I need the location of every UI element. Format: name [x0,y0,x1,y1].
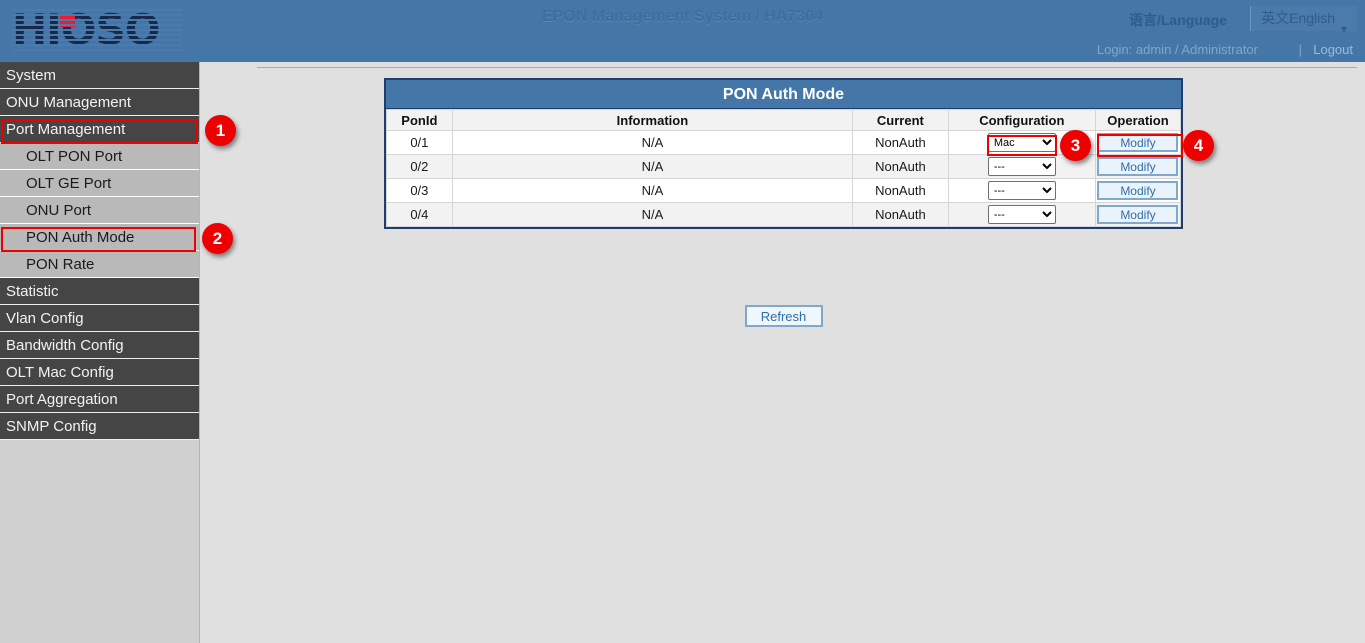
sidebar-item-label: Port Management [6,121,125,138]
sidebar-item-port-management[interactable]: Port Management [0,116,199,143]
pon-auth-table: PonId Information Current Configuration … [386,109,1181,227]
modify-button[interactable]: Modify [1097,181,1178,200]
annotation-badge-2: 2 [202,223,233,254]
sidebar-item-vlan-config[interactable]: Vlan Config [0,305,199,332]
chevron-down-icon: ▾ [1341,17,1347,42]
cell-current: NonAuth [853,131,949,155]
sidebar-item-label: Vlan Config [6,310,84,327]
column-header-information: Information [452,110,852,131]
cell-ponid: 0/3 [387,179,453,203]
column-header-current: Current [853,110,949,131]
sidebar-item-onu-port[interactable]: ONU Port [0,197,199,224]
column-header-operation: Operation [1095,110,1180,131]
sidebar-item-statistic[interactable]: Statistic [0,278,199,305]
cell-ponid: 0/2 [387,155,453,179]
table-row: 0/4N/ANonAuth ---MacLoidPasswordLoidPassw… [387,203,1181,227]
sidebar-item-label: Bandwidth Config [6,337,124,354]
column-header-ponid: PonId [387,110,453,131]
modify-button[interactable]: Modify [1097,133,1178,152]
cell-configuration: ---MacLoidPasswordLoidPassword [948,179,1095,203]
sidebar-item-olt-pon-port[interactable]: OLT PON Port [0,143,199,170]
configuration-select[interactable]: ---MacLoidPasswordLoidPassword [988,205,1056,224]
brand-logo: HIOSO [12,6,172,54]
login-info: Login: admin / Administrator [1097,42,1258,57]
cell-current: NonAuth [853,179,949,203]
column-header-configuration: Configuration [948,110,1095,131]
cell-current: NonAuth [853,203,949,227]
table-header-row: PonId Information Current Configuration … [387,110,1181,131]
sidebar-item-olt-ge-port[interactable]: OLT GE Port [0,170,199,197]
sidebar-item-system[interactable]: System [0,62,199,89]
sidebar-item-label: Statistic [6,283,59,300]
sidebar-item-label: SNMP Config [6,418,97,435]
sidebar-item-onu-management[interactable]: ONU Management [0,89,199,116]
cell-operation: Modify [1095,131,1180,155]
sidebar-item-label: ONU Management [6,94,131,111]
cell-current: NonAuth [853,155,949,179]
cell-ponid: 0/4 [387,203,453,227]
cell-configuration: ---MacLoidPasswordLoidPassword [948,203,1095,227]
annotation-badge-3: 3 [1060,130,1091,161]
language-label: 语言/Language [1129,10,1227,30]
language-select[interactable]: 英文English ▾ [1250,6,1357,31]
content-divider [257,67,1357,68]
sidebar-item-snmp-config[interactable]: SNMP Config [0,413,199,440]
sidebar-nav: System ONU Management Port Management OLT P… [0,62,199,643]
refresh-row: Refresh [384,305,1183,327]
refresh-button[interactable]: Refresh [745,305,823,327]
cell-operation: Modify [1095,179,1180,203]
cell-operation: Modify [1095,155,1180,179]
sidebar-item-label: Port Aggregation [6,391,118,408]
cell-operation: Modify [1095,203,1180,227]
panel-title: PON Auth Mode [386,80,1181,109]
sidebar-item-label: System [6,67,56,84]
modify-button[interactable]: Modify [1097,205,1178,224]
sidebar-item-pon-rate[interactable]: PON Rate [0,251,199,278]
app-header: HIOSO EPON Management System / HA7304 语言… [0,0,1365,62]
table-row: 0/3N/ANonAuth ---MacLoidPasswordLoidPassw… [387,179,1181,203]
modify-button[interactable]: Modify [1097,157,1178,176]
configuration-select[interactable]: ---MacLoidPasswordLoidPassword [988,133,1056,152]
language-select-value: 英文English [1261,10,1335,26]
sidebar-item-port-aggregation[interactable]: Port Aggregation [0,386,199,413]
sidebar-item-label: ONU Port [26,202,91,219]
sidebar-item-label: PON Rate [26,256,94,273]
cell-information: N/A [452,155,852,179]
annotation-badge-4: 4 [1183,130,1214,161]
logout-separator: | [1299,42,1302,57]
annotation-badge-1: 1 [205,115,236,146]
logout-link[interactable]: Logout [1313,42,1353,57]
cell-information: N/A [452,179,852,203]
sidebar-item-label: OLT GE Port [26,175,111,192]
configuration-select[interactable]: ---MacLoidPasswordLoidPassword [988,157,1056,176]
sidebar-item-label: OLT PON Port [26,148,122,165]
configuration-select[interactable]: ---MacLoidPasswordLoidPassword [988,181,1056,200]
cell-information: N/A [452,131,852,155]
logo-accent-dot [60,15,75,27]
table-row: 0/2N/ANonAuth ---MacLoidPasswordLoidPassw… [387,155,1181,179]
sidebar-item-label: PON Auth Mode [26,229,134,246]
cell-information: N/A [452,203,852,227]
cell-ponid: 0/1 [387,131,453,155]
sidebar-item-bandwidth-config[interactable]: Bandwidth Config [0,332,199,359]
logo-wordmark: HIOSO [12,6,172,54]
sidebar-item-pon-auth-mode[interactable]: PON Auth Mode [0,224,199,251]
sidebar-item-label: OLT Mac Config [6,364,114,381]
sidebar-item-olt-mac-config[interactable]: OLT Mac Config [0,359,199,386]
